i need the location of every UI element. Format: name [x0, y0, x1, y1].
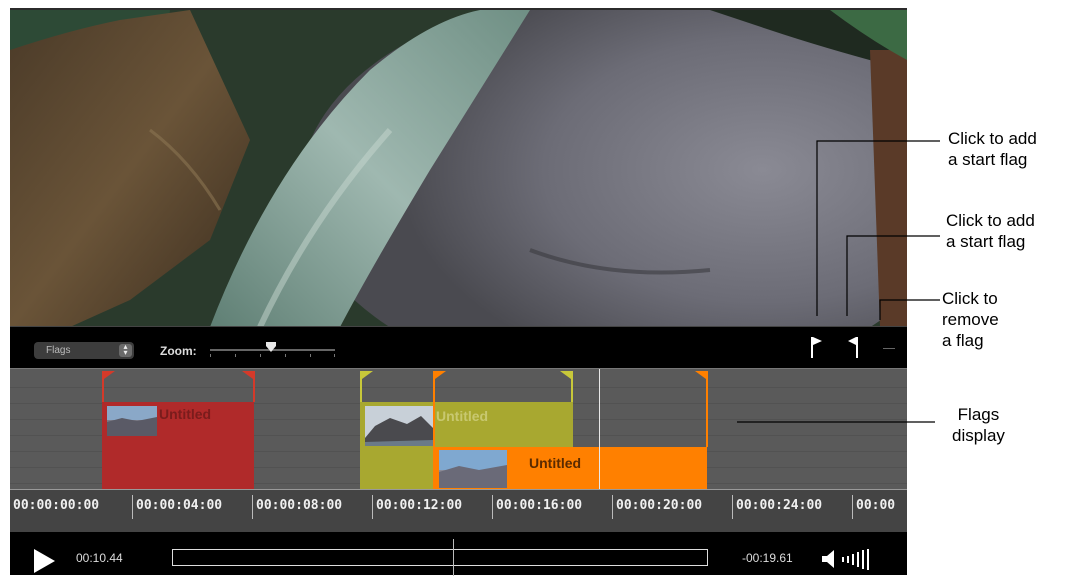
clip-thumbnail [107, 406, 157, 436]
clip-title: Untitled [529, 455, 582, 471]
koala-video-frame [10, 10, 907, 327]
end-flag-marker[interactable] [694, 371, 708, 447]
clip-thumbnail [439, 450, 507, 488]
timecode-ruler[interactable]: 00:00:00:00 00:00:04:00 00:00:08:00 00:0… [10, 489, 907, 533]
end-flag-icon[interactable] [846, 336, 860, 358]
zoom-slider-thumb[interactable] [266, 342, 276, 352]
ruler-label: 00:00:20:00 [616, 498, 703, 513]
ruler-label: 00:00:16:00 [496, 498, 583, 513]
flag-clip-orange[interactable]: Untitled [433, 447, 707, 490]
ruler-label: 00:00:08:00 [256, 498, 343, 513]
end-flag-marker[interactable] [559, 371, 573, 402]
callout-remove-flag: Click to remove a flag [942, 289, 999, 350]
remove-flag-icon[interactable] [883, 348, 895, 349]
flag-clip-red[interactable]: Untitled [102, 402, 254, 490]
callout-end-flag: Click to add a start flag [946, 211, 1035, 251]
mode-select[interactable]: Flags ▴ ▾ [34, 342, 134, 359]
ruler-label: 00:00:04:00 [136, 498, 223, 513]
start-flag-icon[interactable] [810, 336, 824, 358]
flags-display: Untitled Untitled Untitled [10, 368, 907, 490]
start-flag-marker[interactable] [102, 371, 116, 402]
elapsed-time: 00:10.44 [76, 551, 123, 565]
callout-flags-display: Flags display [952, 405, 1005, 445]
playhead-line[interactable] [599, 369, 600, 490]
zoom-label: Zoom: [160, 344, 197, 358]
ruler-label: 00:00:24:00 [736, 498, 823, 513]
clip-thumbnail [365, 406, 433, 446]
ruler-label: 00:00:00:00 [13, 498, 100, 513]
remaining-time: -00:19.61 [742, 551, 793, 565]
scrub-playhead[interactable] [453, 539, 454, 576]
ruler-label: 00:00 [856, 498, 896, 513]
callout-start-flag: Click to add a start flag [948, 129, 1037, 169]
video-preview [10, 8, 907, 327]
flags-toolbar: Flags ▴ ▾ Zoom: [10, 326, 907, 369]
ruler-label: 00:00:12:00 [376, 498, 463, 513]
volume-icon[interactable] [820, 548, 890, 570]
mode-select-value: Flags [46, 345, 71, 356]
zoom-slider-ticks [210, 354, 335, 358]
transport-bar: 00:10.44 -00:19.61 [10, 532, 907, 576]
end-flag-marker[interactable] [241, 371, 255, 402]
play-icon[interactable] [34, 549, 55, 573]
select-arrows-icon: ▴ ▾ [119, 343, 132, 357]
clip-title: Untitled [159, 406, 212, 422]
start-flag-marker[interactable] [360, 371, 374, 402]
scrub-bar[interactable] [172, 549, 708, 566]
start-flag-marker[interactable] [433, 371, 447, 447]
